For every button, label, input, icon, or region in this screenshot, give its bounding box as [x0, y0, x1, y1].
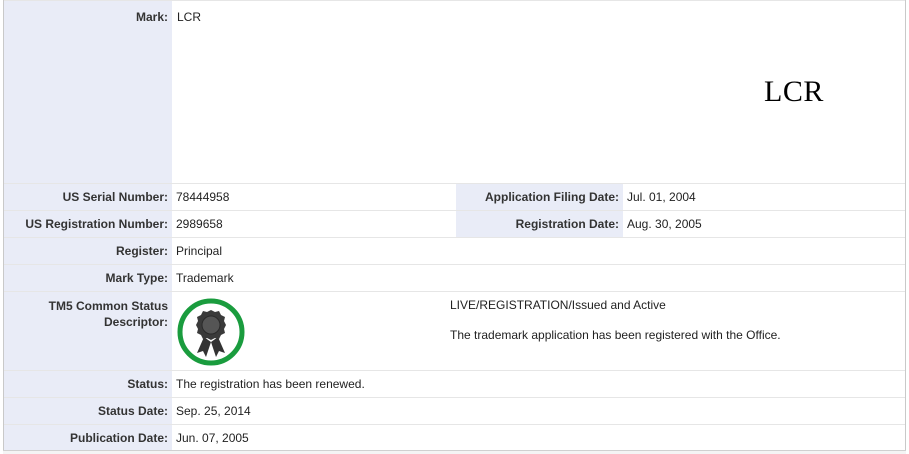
mark-type-row: Mark Type: Trademark	[4, 265, 905, 292]
registration-number-value: 2989658	[176, 217, 223, 231]
serial-value: 78444958	[176, 190, 230, 204]
register-row: Register: Principal	[4, 238, 905, 265]
status-date-label: Status Date:	[4, 398, 172, 424]
registration-date-label: Registration Date:	[456, 211, 623, 237]
publication-date-label: Publication Date:	[4, 425, 172, 450]
filing-date-label: Application Filing Date:	[456, 184, 623, 210]
tm5-label-line2: Descriptor:	[103, 315, 168, 329]
mark-image: LCR	[764, 75, 824, 108]
tm5-status-description: The trademark application has been regis…	[450, 328, 781, 342]
registration-row: US Registration Number: 2989658 Registra…	[4, 211, 905, 238]
publication-date-row: Publication Date: Jun. 07, 2005	[4, 425, 905, 451]
mark-type-label: Mark Type:	[4, 265, 172, 291]
mark-label-text: Mark:	[135, 10, 168, 24]
status-row: Status: The registration has been renewe…	[4, 371, 905, 398]
serial-label: US Serial Number:	[4, 184, 172, 210]
registration-date-value: Aug. 30, 2005	[627, 217, 702, 231]
filing-date-value: Jul. 01, 2004	[627, 190, 696, 204]
tm5-row: TM5 Common Status Descriptor: LIVE/REGIS…	[4, 292, 905, 371]
tm5-status-text: LIVE/REGISTRATION/Issued and Active	[450, 298, 666, 312]
status-date-value: Sep. 25, 2014	[176, 404, 251, 418]
tm5-label-line1: TM5 Common Status	[48, 299, 168, 313]
register-value: Principal	[176, 244, 223, 258]
status-date-row: Status Date: Sep. 25, 2014	[4, 398, 905, 425]
tm5-label: TM5 Common Status Descriptor:	[4, 292, 172, 370]
serial-row: US Serial Number: 78444958 Application F…	[4, 184, 905, 211]
status-value: The registration has been renewed.	[176, 377, 365, 391]
mark-value-text: LCR	[177, 10, 202, 24]
registration-number-label: US Registration Number:	[4, 211, 172, 237]
status-label: Status:	[4, 371, 172, 397]
mark-value: LCR	[177, 1, 201, 183]
mark-type-value: Trademark	[176, 271, 234, 285]
mark-label: Mark:	[4, 1, 172, 183]
register-label: Register:	[4, 238, 172, 264]
publication-date-value: Jun. 07, 2005	[176, 431, 249, 445]
panel-bottom-edge	[3, 450, 906, 454]
trademark-status-panel: Mark: LCR LCR US Serial Number: 78444958…	[3, 0, 906, 454]
mark-row: Mark: LCR LCR	[4, 0, 905, 184]
registered-ribbon-icon	[176, 297, 246, 367]
